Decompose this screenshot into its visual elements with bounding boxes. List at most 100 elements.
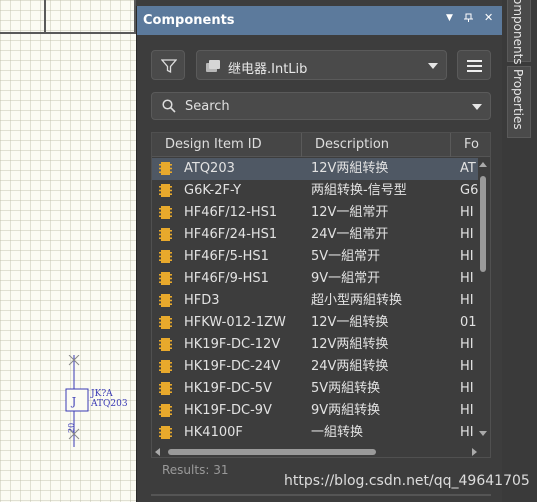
search-input[interactable]: Search	[185, 99, 230, 114]
comment-text: ATQ203	[91, 399, 128, 409]
cell-footprint: HI	[460, 403, 474, 418]
tab-components[interactable]: omponents	[507, 0, 531, 65]
cell-design-item-id: HF46F/5-HS1	[184, 249, 269, 264]
component-icon	[159, 228, 172, 241]
pin-icon[interactable]	[464, 13, 473, 25]
cell-footprint: HI	[460, 337, 474, 352]
cell-design-item-id: HK19F-DC-5V	[184, 381, 272, 396]
cell-footprint: HI	[460, 381, 474, 396]
table-header: Design Item ID Description Fo	[152, 133, 490, 157]
watermark: https://blog.csdn.net/qq_49641705	[284, 473, 530, 489]
designator-text: JK?A	[91, 389, 113, 399]
cell-description: 一組转换	[311, 425, 364, 440]
table-row[interactable]: HK19F-DC-9V 9V两組转换 HI	[152, 400, 478, 422]
cell-design-item-id: HFD3	[184, 293, 220, 308]
cell-footprint: HI	[460, 205, 474, 220]
sheet-divider	[44, 0, 46, 34]
cell-footprint: HI	[460, 271, 474, 286]
tab-properties[interactable]: Properties	[507, 66, 531, 138]
search-box[interactable]: Search	[151, 92, 491, 120]
hamburger-menu-icon	[467, 60, 482, 62]
horizontal-scroll-thumb[interactable]	[168, 449, 376, 455]
search-options-arrow[interactable]	[472, 104, 482, 110]
cell-description: 两組转换-信号型	[311, 183, 407, 198]
component-icon	[159, 272, 172, 285]
component-icon	[159, 316, 172, 329]
table-row[interactable]: HF46F/9-HS1 9V一組常开 HI	[152, 268, 478, 290]
components-table: Design Item ID Description Fo ATQ203 12V两…	[151, 132, 491, 458]
cell-design-item-id: ATQ203	[184, 161, 235, 176]
table-row[interactable]: ATQ203 12V两組转换 AT	[152, 158, 478, 180]
cell-design-item-id: HF46F/24-HS1	[184, 227, 278, 242]
vertical-scroll-thumb[interactable]	[480, 176, 486, 272]
column-header-design-item-id[interactable]: Design Item ID	[152, 133, 302, 157]
cell-design-item-id: HK19F-DC-9V	[184, 403, 272, 418]
cell-design-item-id: HFKW-012-1ZW	[184, 315, 286, 330]
library-name: 继电器.IntLib	[228, 62, 308, 77]
cell-description: 5V两組转换	[311, 381, 381, 396]
table-row[interactable]: HK19F-DC-24V 24V两組转换 HI	[152, 356, 478, 378]
cell-description: 9V一組常开	[311, 271, 381, 286]
cell-description: 9V两組转换	[311, 403, 381, 418]
vertical-scrollbar[interactable]	[478, 158, 488, 448]
table-row[interactable]: HFKW-012-1ZW 12V一組转换 01	[152, 312, 478, 334]
part-letter: J	[71, 395, 76, 408]
table-row[interactable]: G6K-2F-Y 两組转换-信号型 G6	[152, 180, 478, 202]
scroll-left-arrow[interactable]	[155, 448, 160, 456]
cell-description: 24V两組转换	[311, 359, 389, 374]
cell-footprint: AT	[460, 161, 476, 176]
scroll-down-arrow[interactable]	[479, 431, 487, 436]
results-count: Results: 31	[162, 463, 229, 477]
designator-label: JK?A ATQ203	[91, 389, 128, 409]
table-row[interactable]: HF46F/24-HS1 24V一組常开 HI	[152, 224, 478, 246]
panel-titlebar[interactable]: Components ▼ ✕	[137, 6, 503, 35]
cell-description: 24V一組常开	[311, 227, 389, 242]
horizontal-scrollbar[interactable]	[152, 446, 480, 457]
library-icon	[206, 60, 220, 72]
search-icon	[162, 99, 176, 113]
cell-footprint: HI	[460, 293, 474, 308]
cell-description: 12V一組转换	[311, 315, 389, 330]
column-header-footprint[interactable]: Fo	[451, 133, 490, 157]
component-icon	[159, 206, 172, 219]
filter-button[interactable]	[151, 50, 185, 80]
scroll-up-arrow[interactable]	[479, 162, 487, 167]
library-select[interactable]: 继电器.IntLib	[196, 50, 447, 80]
scroll-right-arrow[interactable]	[472, 448, 477, 456]
dropdown-arrow-icon[interactable]: ▼	[446, 13, 453, 23]
cell-description: 12V两組转换	[311, 337, 389, 352]
component-icon	[159, 184, 172, 197]
funnel-icon	[161, 59, 177, 74]
table-row[interactable]: HF46F/5-HS1 5V一組常开 HI	[152, 246, 478, 268]
panel-bottom-divider	[151, 494, 491, 496]
cell-design-item-id: HK19F-DC-12V	[184, 337, 281, 352]
component-icon	[159, 360, 172, 373]
component-icon	[159, 250, 172, 263]
table-row[interactable]: HK19F-DC-5V 5V两組转换 HI	[152, 378, 478, 400]
component-icon	[159, 404, 172, 417]
cell-footprint: HI	[460, 249, 474, 264]
column-header-description[interactable]: Description	[302, 133, 451, 157]
table-row[interactable]: HK19F-DC-12V 12V两組转换 HI	[152, 334, 478, 356]
cell-description: 5V一組常开	[311, 249, 381, 264]
pin-number: 20	[67, 423, 76, 433]
cell-description: 超小型两組转换	[311, 293, 403, 308]
tab-properties-label: Properties	[511, 69, 525, 130]
table-row[interactable]: HFD3 超小型两組转换 HI	[152, 290, 478, 312]
component-icon	[159, 294, 172, 307]
components-panel: Components ▼ ✕ 继电器.IntLib Search Design …	[136, 6, 503, 502]
panel-title: Components	[143, 13, 235, 28]
table-row[interactable]: HK4100F 一組转换 HI	[152, 422, 478, 444]
relay-symbol[interactable]: J 20	[55, 355, 95, 447]
cell-footprint: HI	[460, 359, 474, 374]
panel-menu-button[interactable]	[457, 50, 491, 80]
table-row[interactable]: HF46F/12-HS1 12V一組常开 HI	[152, 202, 478, 224]
component-icon	[159, 338, 172, 351]
cell-design-item-id: G6K-2F-Y	[184, 183, 242, 198]
cell-description: 12V一組常开	[311, 205, 389, 220]
component-icon	[159, 426, 172, 439]
schematic-canvas[interactable]: J 20 JK?A ATQ203	[0, 0, 136, 502]
cell-design-item-id: HK4100F	[184, 425, 243, 440]
cell-design-item-id: HF46F/9-HS1	[184, 271, 269, 286]
close-icon[interactable]: ✕	[484, 11, 493, 24]
